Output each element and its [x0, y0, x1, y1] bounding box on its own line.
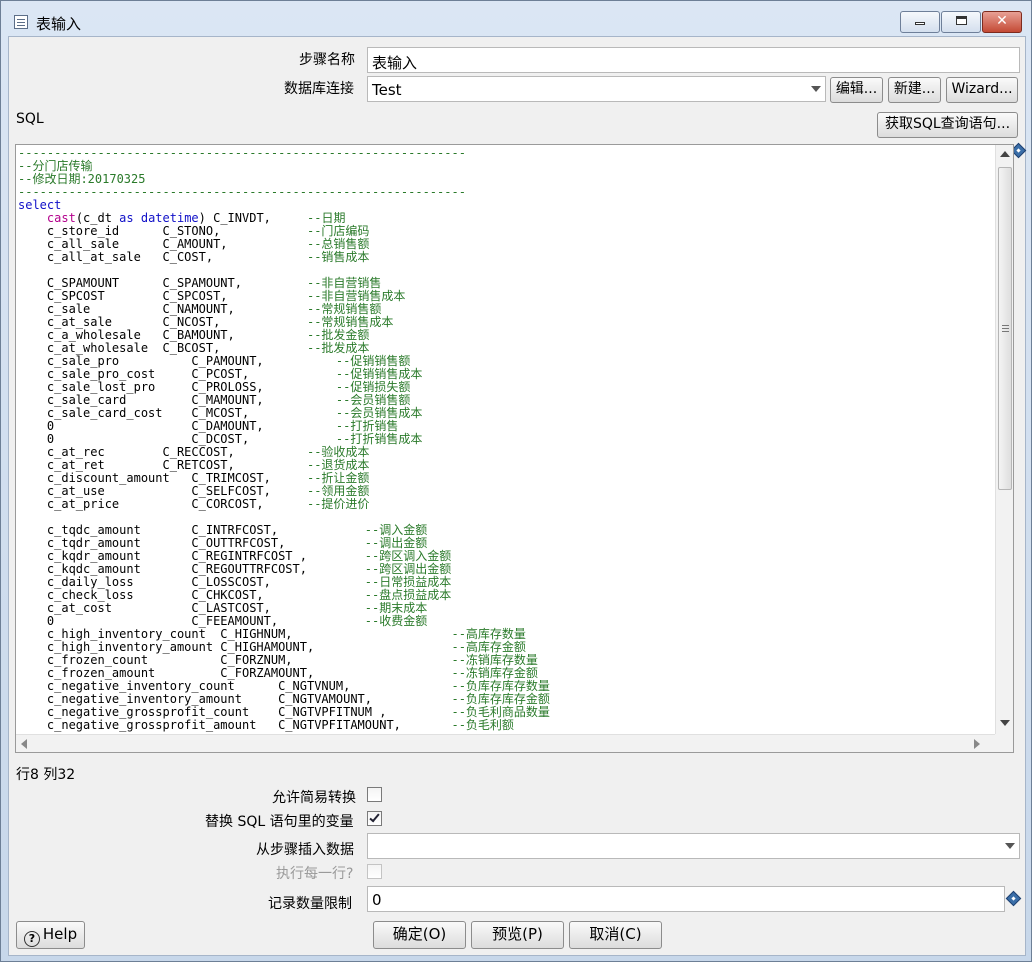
vertical-scroll-thumb[interactable]	[998, 167, 1012, 490]
execute-each-row-label: 执行每一行?	[276, 866, 354, 882]
db-connection-value: Test	[372, 81, 402, 99]
help-icon: ?	[23, 931, 40, 947]
sql-line: ----------------------------------------…	[18, 147, 466, 160]
sql-code[interactable]: ----------------------------------------…	[18, 147, 988, 733]
variable-icon	[1005, 890, 1022, 907]
ok-button[interactable]: 确定(O)	[373, 921, 466, 949]
scroll-down-icon[interactable]	[1000, 720, 1010, 726]
sql-label: SQL	[16, 111, 44, 127]
minimize-button[interactable]	[900, 11, 940, 33]
replace-vars-label: 替换 SQL 语句里的变量	[205, 814, 354, 830]
preview-button[interactable]: 预览(P)	[471, 921, 564, 949]
chevron-down-icon	[811, 86, 821, 92]
horizontal-scrollbar[interactable]	[16, 734, 997, 752]
sql-line: ----------------------------------------…	[18, 185, 466, 199]
lazy-conversion-label: 允许简易转换	[272, 790, 356, 806]
sql-line: --分门店传输	[18, 159, 93, 173]
sql-line: c_at_price C_CORCOST, --提价进价	[18, 497, 370, 511]
scrollbar-corner	[995, 734, 1013, 752]
limit-input[interactable]: 0	[367, 886, 1005, 912]
insert-from-step-select[interactable]	[367, 833, 1020, 859]
sql-line: c_all_at_sale C_COST, --销售成本	[18, 250, 370, 264]
window-title: 表输入	[36, 15, 82, 33]
wizard-button[interactable]: Wizard...	[946, 77, 1018, 103]
limit-label: 记录数量限制	[268, 896, 352, 912]
cancel-button[interactable]: 取消(C)	[569, 921, 662, 949]
minimize-icon	[915, 22, 925, 25]
insert-from-step-label: 从步骤插入数据	[256, 842, 354, 858]
edit-connection-button[interactable]: 编辑...	[830, 77, 883, 103]
lazy-conversion-checkbox[interactable]	[367, 787, 382, 802]
execute-each-row-checkbox[interactable]	[367, 864, 382, 879]
get-sql-button[interactable]: 获取SQL查询语句...	[877, 112, 1018, 138]
help-button[interactable]: ? Help	[16, 921, 85, 949]
grip-icon	[1002, 325, 1009, 326]
new-connection-button[interactable]: 新建...	[888, 77, 941, 103]
maximize-icon	[955, 16, 967, 25]
dialog-window: 表输入 ✕ 步骤名称 表输入 数据库连接 Test 编辑... 新建... Wi…	[0, 0, 1032, 962]
db-connection-label: 数据库连接	[284, 81, 354, 97]
scroll-up-icon[interactable]	[1000, 151, 1010, 157]
dialog-body: 步骤名称 表输入 数据库连接 Test 编辑... 新建... Wizard..…	[8, 36, 1027, 956]
sql-editor[interactable]: ----------------------------------------…	[15, 144, 1014, 753]
db-connection-select[interactable]: Test	[367, 76, 826, 102]
window-icon	[14, 15, 28, 29]
close-icon: ✕	[996, 13, 1008, 29]
scroll-right-icon[interactable]	[974, 739, 980, 749]
check-icon	[369, 811, 380, 823]
sql-line: c_negative_grossprofit_amount C_NGTVPFIT…	[18, 718, 514, 732]
maximize-button[interactable]	[941, 11, 981, 33]
vertical-scrollbar[interactable]	[995, 145, 1013, 735]
title-bar: 表输入 ✕	[1, 1, 1031, 35]
help-label: Help	[42, 925, 78, 943]
chevron-down-icon	[1005, 843, 1015, 849]
replace-vars-checkbox[interactable]	[367, 811, 382, 826]
close-button[interactable]: ✕	[982, 11, 1022, 33]
scroll-left-icon[interactable]	[21, 739, 27, 749]
step-name-label: 步骤名称	[299, 52, 355, 68]
cursor-position: 行8 列32	[16, 767, 76, 783]
step-name-input[interactable]: 表输入	[367, 47, 1020, 73]
